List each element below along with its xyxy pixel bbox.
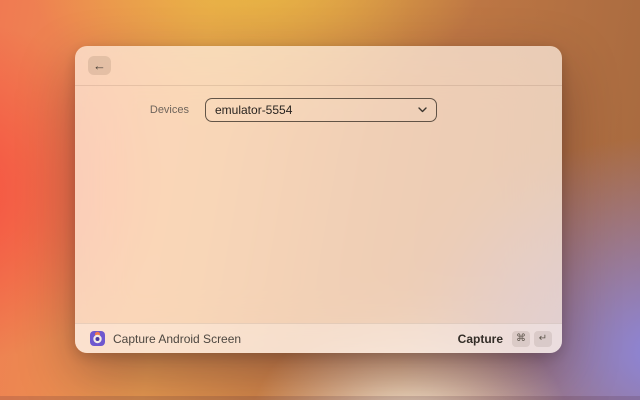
back-button[interactable]: ← bbox=[88, 56, 111, 75]
raycast-window: ← Devices emulator-5554 Capture Android … bbox=[75, 46, 562, 353]
command-key-icon: ⌘ bbox=[512, 330, 530, 347]
return-key-icon: ↵ bbox=[534, 330, 552, 347]
device-dropdown-value: emulator-5554 bbox=[215, 103, 293, 117]
device-dropdown[interactable]: emulator-5554 bbox=[205, 98, 437, 122]
capture-action[interactable]: Capture ⌘ ↵ bbox=[457, 330, 552, 347]
devices-form-row: Devices emulator-5554 bbox=[75, 98, 562, 122]
footer-bar: Capture Android Screen Capture ⌘ ↵ bbox=[75, 323, 562, 353]
window-header: ← bbox=[75, 46, 562, 85]
chevron-down-icon bbox=[418, 107, 427, 113]
command-title: Capture Android Screen bbox=[113, 331, 242, 346]
header-divider bbox=[75, 85, 562, 86]
capture-action-label: Capture bbox=[457, 331, 503, 346]
devices-label: Devices bbox=[149, 104, 189, 116]
arrow-left-icon: ← bbox=[93, 58, 106, 73]
capture-android-screen-app-icon bbox=[90, 331, 105, 346]
